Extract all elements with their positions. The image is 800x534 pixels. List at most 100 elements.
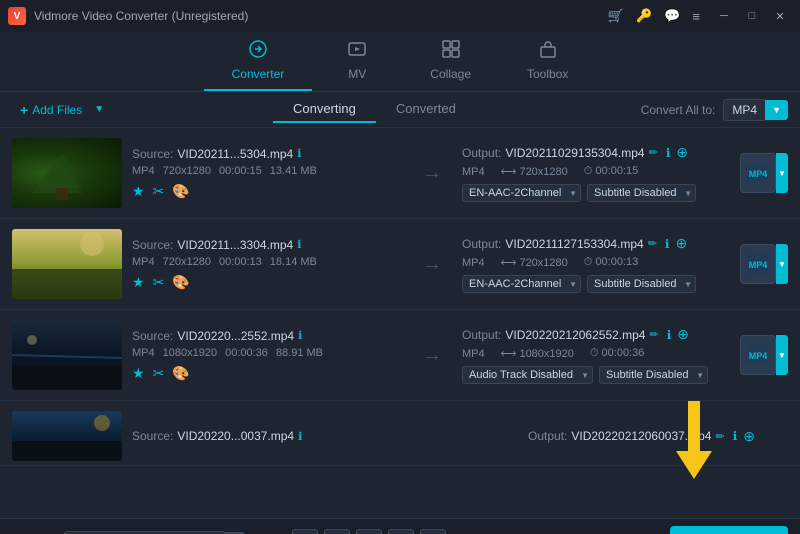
tab-converter[interactable]: Converter	[204, 33, 313, 91]
bottom-bar: Save to: ▼ ⚡ ⚙ ▲ Merge into one fi	[0, 518, 800, 534]
save-path-wrap: ▼	[64, 531, 284, 534]
app-icon: V	[8, 7, 26, 25]
cut-icon[interactable]: ✂	[153, 365, 165, 382]
save-path-input[interactable]	[64, 531, 224, 534]
tab-toolbox[interactable]: Toolbox	[499, 33, 596, 91]
subtitle-select[interactable]: Subtitle Disabled	[599, 366, 708, 384]
file-info: Source: VID20220...0037.mp4 ℹ	[132, 429, 468, 443]
maximize-button[interactable]: □	[740, 6, 764, 26]
info-icon[interactable]: ℹ	[297, 238, 301, 251]
mv-tab-label: MV	[348, 67, 366, 81]
format-badge-wrap: MP4 ▼	[740, 244, 788, 284]
cut-icon[interactable]: ✂	[153, 183, 165, 200]
file-meta: MP4 720x1280 00:00:13 18.14 MB	[132, 256, 402, 268]
file-info: Source: VID20220...2552.mp4 ℹ MP4 1080x1…	[132, 329, 402, 382]
toolbar: + Add Files ▼ Converting Converted Conve…	[0, 92, 800, 128]
mv-tab-icon	[347, 39, 367, 64]
subtitle-select[interactable]: Subtitle Disabled	[587, 275, 696, 293]
file-item: Source: VID20211...5304.mp4 ℹ MP4 720x12…	[0, 128, 800, 219]
add-files-dropdown-button[interactable]: ▼	[90, 100, 108, 119]
enhance-icon[interactable]: ★	[132, 183, 145, 200]
output-add-icon[interactable]: ⊕	[675, 235, 687, 252]
collage-tab-icon	[441, 39, 461, 64]
effects-icon[interactable]: 🎨	[172, 274, 189, 291]
convert-arrow: →	[422, 253, 442, 276]
format-badge-dropdown[interactable]: ▼	[776, 153, 788, 193]
format-select-box[interactable]: MP4	[723, 99, 765, 121]
converted-tab[interactable]: Converted	[376, 96, 476, 123]
effects-icon[interactable]: 🎨	[172, 365, 189, 382]
converting-tab[interactable]: Converting	[273, 96, 376, 123]
tab-bar: Converter MV Collage	[0, 32, 800, 92]
dropdown-more-button[interactable]: ▲	[420, 529, 446, 534]
output-info-icon[interactable]: ℹ	[667, 328, 672, 342]
bottom-icons: ⚡ ⚙ ▲	[292, 529, 446, 534]
arrow-col: →	[412, 162, 452, 185]
settings-button[interactable]: ⚡	[324, 529, 350, 534]
file-thumbnail	[12, 138, 122, 208]
file-item: Source: VID20220...2552.mp4 ℹ MP4 1080x1…	[0, 310, 800, 401]
file-info: Source: VID20211...3304.mp4 ℹ MP4 720x12…	[132, 238, 402, 291]
output-info-icon[interactable]: ℹ	[666, 146, 671, 160]
file-thumbnail	[12, 229, 122, 299]
effects-icon[interactable]: 🎨	[172, 183, 189, 200]
output-selects: EN-AAC-2Channel Subtitle Disabled	[462, 275, 722, 293]
audio-track-select[interactable]: Audio Track Disabled	[462, 366, 593, 384]
edit-output-icon[interactable]: ✏	[715, 430, 724, 443]
audio-track-select-wrap: Audio Track Disabled	[462, 366, 593, 384]
output-settings: Output: VID20220212062552.mp4 ✏ ℹ ⊕ MP4 …	[462, 326, 722, 384]
more-settings-button[interactable]: ⚙	[388, 529, 414, 534]
tab-mv[interactable]: MV	[312, 33, 402, 91]
format-badge-dropdown[interactable]: ▼	[776, 244, 788, 284]
format-badge[interactable]: MP4	[740, 335, 776, 375]
subtitle-select-wrap: Subtitle Disabled	[587, 275, 696, 293]
format-badge[interactable]: MP4	[740, 153, 776, 193]
chat-icon[interactable]: 💬	[664, 8, 680, 24]
subtitle-select-wrap: Subtitle Disabled	[587, 184, 696, 202]
format-badge-dropdown[interactable]: ▼	[776, 335, 788, 375]
svg-text:MP4: MP4	[749, 260, 768, 270]
tab-collage[interactable]: Collage	[402, 33, 499, 91]
subtitle-select[interactable]: Subtitle Disabled	[587, 184, 696, 202]
enhance-icon[interactable]: ★	[132, 274, 145, 291]
output-settings: Output: VID20220212060037.mp4 ✏ ℹ ⊕	[528, 428, 788, 445]
output-meta: MP4 ⟷ 720x1280 ⏱ 00:00:13	[462, 256, 722, 269]
file-item: Source: VID20211...3304.mp4 ℹ MP4 720x12…	[0, 219, 800, 310]
format-dropdown-arrow[interactable]: ▼	[765, 100, 788, 120]
info-icon[interactable]: ℹ	[298, 430, 302, 443]
format-badge-wrap: MP4 ▼	[740, 335, 788, 375]
add-files-label: Add Files	[32, 103, 82, 117]
output-add-icon[interactable]: ⊕	[677, 326, 689, 343]
output-info-icon[interactable]: ℹ	[733, 429, 738, 443]
folder-open-button[interactable]	[292, 529, 318, 534]
preferences-button[interactable]	[356, 529, 382, 534]
file-info: Source: VID20211...5304.mp4 ℹ MP4 720x12…	[132, 147, 402, 200]
cut-icon[interactable]: ✂	[153, 274, 165, 291]
audio-track-select[interactable]: EN-AAC-2Channel	[462, 275, 581, 293]
output-settings: Output: VID20211127153304.mp4 ✏ ℹ ⊕ MP4 …	[462, 235, 722, 293]
edit-output-icon[interactable]: ✏	[648, 237, 657, 250]
title-bar-icons: 🛒 🔑 💬 ≡	[608, 8, 700, 24]
content-area: Source: VID20211...5304.mp4 ℹ MP4 720x12…	[0, 128, 800, 518]
info-icon[interactable]: ℹ	[297, 147, 301, 160]
edit-output-icon[interactable]: ✏	[649, 328, 658, 341]
enhance-icon[interactable]: ★	[132, 365, 145, 382]
edit-output-icon[interactable]: ✏	[649, 146, 658, 159]
key-icon[interactable]: 🔑	[636, 8, 652, 24]
audio-track-select[interactable]: EN-AAC-2Channel	[462, 184, 581, 202]
format-badge[interactable]: MP4	[740, 244, 776, 284]
output-add-icon[interactable]: ⊕	[676, 144, 688, 161]
arrow-col: →	[412, 344, 452, 367]
convert-all-button[interactable]: Convert All	[670, 526, 788, 534]
output-add-icon[interactable]: ⊕	[743, 428, 755, 445]
output-info-icon[interactable]: ℹ	[665, 237, 670, 251]
add-files-button[interactable]: + Add Files	[12, 98, 90, 122]
info-icon[interactable]: ℹ	[298, 329, 302, 342]
svg-text:MP4: MP4	[749, 169, 768, 179]
cart-icon[interactable]: 🛒	[608, 8, 624, 24]
close-button[interactable]: ✕	[768, 6, 792, 26]
source-filename: VID20211...5304.mp4	[177, 147, 293, 161]
format-select-wrap: MP4 ▼	[723, 99, 788, 121]
menu-icon[interactable]: ≡	[692, 9, 700, 24]
minimize-button[interactable]: ─	[712, 6, 736, 26]
